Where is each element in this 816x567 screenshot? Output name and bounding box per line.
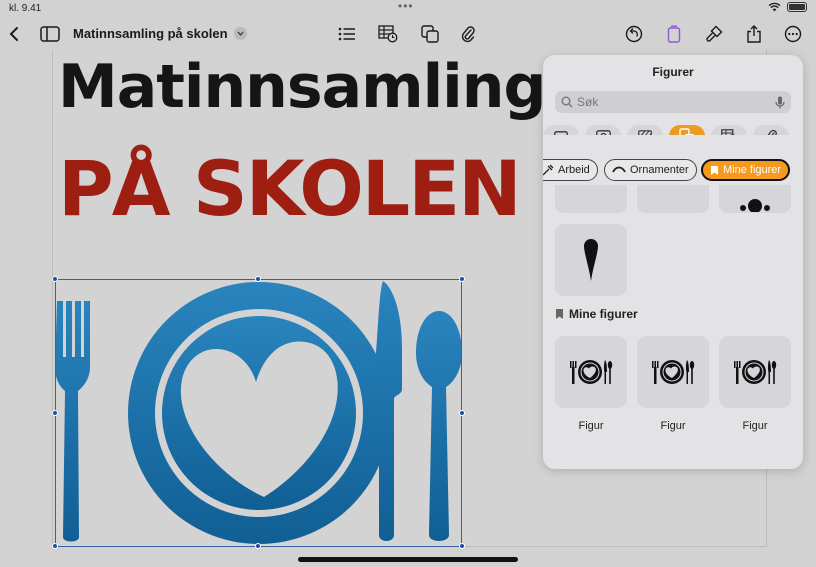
format-brush-icon[interactable] — [702, 23, 726, 45]
figure-tile-1[interactable] — [555, 336, 627, 408]
tools-icon — [543, 164, 554, 175]
resize-handle-left[interactable] — [52, 410, 58, 416]
resize-handle-bottom-left[interactable] — [52, 543, 58, 549]
undo-icon[interactable] — [622, 23, 646, 45]
plate-cutlery-icon — [652, 360, 695, 384]
search-input[interactable] — [577, 95, 771, 109]
ornament-icon — [612, 166, 626, 173]
selection-box — [55, 279, 462, 547]
chip-label: Ornamenter — [630, 164, 689, 176]
chevron-down-icon — [233, 27, 247, 40]
document-title-button[interactable]: Matinnsamling på skolen — [73, 26, 247, 41]
toolbar: Matinnsamling på skolen — [0, 18, 816, 50]
figure-tile-2[interactable] — [637, 336, 709, 408]
battery-icon — [787, 2, 807, 12]
resize-handle-right[interactable] — [459, 410, 465, 416]
shapes-popover: Figurer Arbeid Ornamente — [543, 55, 803, 469]
shape-library-icon[interactable] — [662, 23, 686, 45]
figure-tile-3[interactable] — [719, 336, 791, 408]
table-chart-icon[interactable] — [376, 23, 400, 45]
figure-label: Figur — [660, 420, 686, 432]
chip-ornamenter[interactable]: Ornamenter — [604, 159, 697, 181]
share-icon[interactable] — [742, 23, 766, 45]
plate-cutlery-icon — [734, 360, 777, 384]
sidebar-icon[interactable] — [38, 23, 62, 45]
resize-handle-bottom-right[interactable] — [459, 543, 465, 549]
bookmark-icon — [556, 309, 563, 319]
document-title: Matinnsamling på skolen — [73, 26, 228, 41]
chip-label: Arbeid — [558, 164, 590, 176]
figure-label: Figur — [578, 420, 604, 432]
more-options-icon[interactable] — [781, 23, 805, 45]
home-indicator[interactable] — [298, 557, 518, 562]
microphone-icon[interactable] — [775, 96, 785, 109]
status-bar: kl. 9.41 ••• — [0, 0, 816, 16]
back-chevron-icon[interactable] — [2, 23, 26, 45]
section-title-label: Mine figurer — [569, 307, 638, 321]
resize-handle-top[interactable] — [255, 276, 261, 282]
bookmark-icon — [711, 165, 718, 175]
attachment-icon[interactable] — [456, 23, 480, 45]
chip-arbeid[interactable]: Arbeid — [543, 159, 598, 181]
search-field[interactable] — [555, 91, 791, 113]
status-indicators — [768, 2, 807, 12]
section-mine-figurer: Mine figurer — [555, 307, 638, 321]
status-time: kl. 9.41 — [9, 3, 42, 14]
wifi-icon — [768, 2, 781, 12]
popover-title: Figurer — [652, 65, 694, 79]
list-icon[interactable] — [335, 23, 359, 45]
chip-mine-figurer[interactable]: Mine figurer — [701, 159, 791, 181]
subcategory-chips-overlay: Arbeid Ornamenter Mine figurer — [543, 159, 803, 183]
search-icon — [561, 96, 573, 108]
heading-line-1[interactable]: Matinnsamling — [58, 52, 546, 122]
shapes-icon[interactable] — [418, 23, 442, 45]
multitasking-dots-icon[interactable]: ••• — [398, 0, 414, 13]
resize-handle-bottom[interactable] — [255, 543, 261, 549]
heading-line-2[interactable]: PÅ SKOLEN — [58, 144, 522, 233]
shape-tile-pin[interactable] — [555, 224, 627, 296]
resize-handle-top-left[interactable] — [52, 276, 58, 282]
chip-label: Mine figurer — [723, 164, 782, 176]
figure-label: Figur — [742, 420, 768, 432]
resize-handle-top-right[interactable] — [459, 276, 465, 282]
teardrop-shape-icon — [584, 239, 598, 281]
plate-cutlery-icon — [570, 360, 613, 384]
